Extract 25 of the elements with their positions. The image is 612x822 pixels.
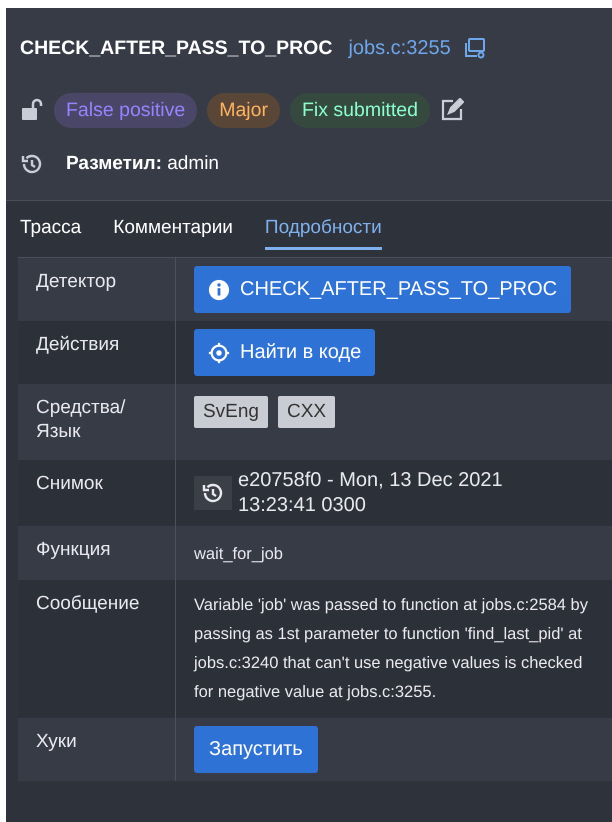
history-icon[interactable] — [194, 476, 232, 510]
tab[interactable]: Комментарии — [113, 217, 233, 247]
tag-label: CXX — [278, 396, 336, 428]
detail-text: Variable 'job' was passed to function at jobs.c:2584 by passing as 1st parameter to function 'find_last_pid' at jobs.c:3240 that can't use negative values is checked for negative value at jobs.c:3255. — [194, 595, 589, 703]
location-link[interactable]: jobs.c:3255 — [348, 36, 451, 60]
unlocked-padlock-icon[interactable] — [20, 98, 44, 122]
run-button[interactable]: Запустить — [194, 726, 318, 773]
row-label: Хуки — [18, 718, 176, 781]
history-icon — [20, 152, 44, 176]
tab[interactable]: Трасса — [20, 217, 82, 247]
find-in-code-button[interactable]: Найти в коде — [194, 329, 376, 376]
detail-text: wait_for_job — [194, 544, 284, 565]
issue-title: CHECK_AFTER_PASS_TO_PROC — [20, 36, 332, 60]
edit-icon[interactable] — [440, 98, 464, 122]
crosshair-icon — [208, 342, 230, 364]
detector-button[interactable]: CHECK_AFTER_PASS_TO_PROC — [194, 266, 572, 313]
status-badge: Fix submitted — [290, 92, 430, 128]
tag-label: SvEng — [194, 396, 268, 428]
status-badge: Major — [207, 92, 280, 128]
marked-by-text: Разметил: admin — [66, 153, 219, 175]
snapshot-text: e20758f0 - Mon, 13 Dec 2021 13:23:41 0300 — [238, 468, 504, 518]
tab[interactable]: Подробности — [264, 217, 382, 250]
info-icon — [208, 278, 230, 300]
status-badge: False positive — [54, 92, 198, 128]
copy-link-icon[interactable] — [462, 36, 487, 60]
